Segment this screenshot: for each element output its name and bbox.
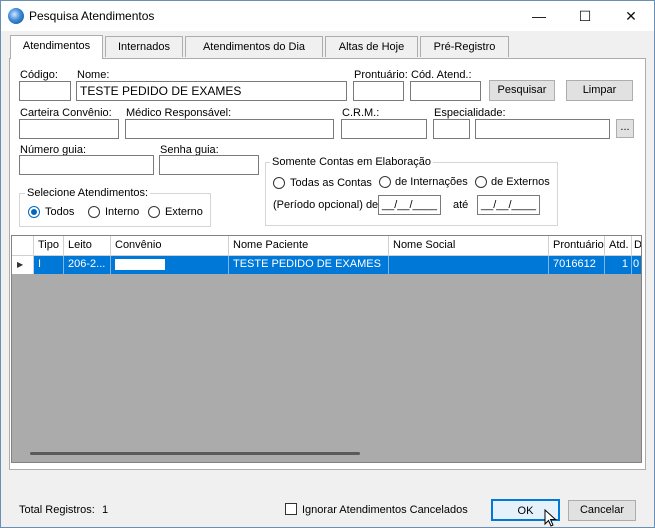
total-registros-value: 1: [102, 504, 109, 516]
minimize-button[interactable]: —: [516, 1, 562, 31]
radio-internacoes[interactable]: [379, 176, 391, 188]
pesquisar-button[interactable]: Pesquisar: [489, 80, 555, 101]
medico-input[interactable]: [125, 119, 334, 139]
codigo-input[interactable]: [19, 81, 71, 101]
carteira-input[interactable]: [19, 119, 119, 139]
contas-group-title: Somente Contas em Elaboração: [270, 156, 433, 168]
crm-input[interactable]: [341, 119, 427, 139]
tab-internados[interactable]: Internados: [105, 36, 183, 57]
cell-nome-paciente[interactable]: TESTE PEDIDO DE EXAMES: [229, 256, 389, 274]
redacted-block: [115, 259, 165, 270]
mouse-cursor-icon: [544, 509, 557, 527]
radio-todos-label: Todos: [45, 206, 75, 218]
date-from-input[interactable]: __/__/____: [378, 195, 441, 215]
radio-externo-label: Externo: [165, 206, 203, 218]
prontuario-input[interactable]: [353, 81, 404, 101]
radio-externo[interactable]: [148, 206, 160, 218]
numero-guia-input[interactable]: [19, 155, 154, 175]
cell-tipo[interactable]: I: [34, 256, 64, 274]
column-header-prontuario[interactable]: Prontuário: [549, 236, 605, 256]
close-button[interactable]: ✕: [608, 1, 654, 31]
radio-interno[interactable]: [88, 206, 100, 218]
limpar-button[interactable]: Limpar: [566, 80, 633, 101]
cod-atend-input[interactable]: [410, 81, 481, 101]
column-header-nome-paciente[interactable]: Nome Paciente: [229, 236, 389, 256]
cod-atend-label: Cód. Atend.:: [411, 69, 472, 81]
cancelar-button[interactable]: Cancelar: [568, 500, 636, 521]
cell-leito[interactable]: 206-2...: [64, 256, 111, 274]
radio-interno-label: Interno: [105, 206, 140, 218]
nome-label: Nome:: [77, 69, 110, 81]
maximize-button[interactable]: ☐: [562, 1, 608, 31]
column-header-atd[interactable]: Atd.: [605, 236, 632, 256]
prontuario-label: Prontuário:: [354, 69, 408, 81]
ate-label: até: [453, 199, 469, 211]
window-title: Pesquisa Atendimentos: [29, 9, 155, 23]
nome-input[interactable]: TESTE PEDIDO DE EXAMES: [76, 81, 347, 101]
grid-header-indicator: [12, 236, 34, 256]
date-to-input[interactable]: __/__/____: [477, 195, 540, 215]
radio-internacoes-label: de Internações: [395, 176, 468, 188]
medico-label: Médico Responsável:: [126, 107, 232, 119]
especialidade-label: Especialidade:: [434, 107, 506, 119]
contas-group: [265, 162, 558, 226]
cell-nome-social[interactable]: [389, 256, 549, 274]
radio-todas-contas[interactable]: [273, 177, 285, 189]
app-logo-icon: [8, 8, 24, 24]
column-header-d[interactable]: D: [632, 236, 641, 256]
especialidade-lookup-button[interactable]: ...: [616, 119, 634, 138]
senha-guia-input[interactable]: [159, 155, 259, 175]
column-header-convenio[interactable]: Convênio: [111, 236, 229, 256]
codigo-label: Código:: [20, 69, 58, 81]
radio-todas-contas-label: Todas as Contas: [290, 177, 372, 189]
radio-externos[interactable]: [475, 176, 487, 188]
radio-externos-label: de Externos: [491, 176, 550, 188]
title-bar: Pesquisa Atendimentos — ☐ ✕: [1, 1, 654, 31]
column-header-tipo[interactable]: Tipo: [34, 236, 64, 256]
tab-altas-de-hoje[interactable]: Altas de Hoje: [325, 36, 418, 57]
scrollbar-thumb[interactable]: [30, 452, 360, 455]
especialidade-code-input[interactable]: [433, 119, 470, 139]
cell-convenio[interactable]: [111, 256, 229, 274]
tab-pre-registro[interactable]: Pré-Registro: [420, 36, 509, 57]
carteira-label: Carteira Convênio:: [20, 107, 112, 119]
cell-prontuario[interactable]: 7016612: [549, 256, 605, 274]
cell-d[interactable]: 0: [632, 256, 641, 274]
column-header-nome-social[interactable]: Nome Social: [389, 236, 549, 256]
ignorar-cancelados-label: Ignorar Atendimentos Cancelados: [302, 504, 468, 516]
row-indicator-icon: ▶: [12, 256, 34, 274]
total-registros-label: Total Registros:: [19, 504, 95, 516]
dialog-window: Pesquisa Atendimentos — ☐ ✕ Atendimentos…: [0, 0, 655, 528]
radio-todos[interactable]: [28, 206, 40, 218]
crm-label: C.R.M.:: [342, 107, 380, 119]
cell-atd[interactable]: 1: [605, 256, 632, 274]
column-header-leito[interactable]: Leito: [64, 236, 111, 256]
atend-group-title: Selecione Atendimentos:: [25, 187, 151, 199]
horizontal-scrollbar[interactable]: [13, 446, 640, 462]
periodo-label: (Período opcional) de: [273, 199, 379, 211]
tab-atendimentos[interactable]: Atendimentos: [10, 35, 103, 59]
ignorar-cancelados-checkbox[interactable]: [285, 503, 297, 515]
tab-atendimentos-do-dia[interactable]: Atendimentos do Dia: [185, 36, 323, 57]
results-grid[interactable]: Tipo Leito Convênio Nome Paciente Nome S…: [11, 235, 642, 463]
especialidade-desc-input[interactable]: [475, 119, 610, 139]
